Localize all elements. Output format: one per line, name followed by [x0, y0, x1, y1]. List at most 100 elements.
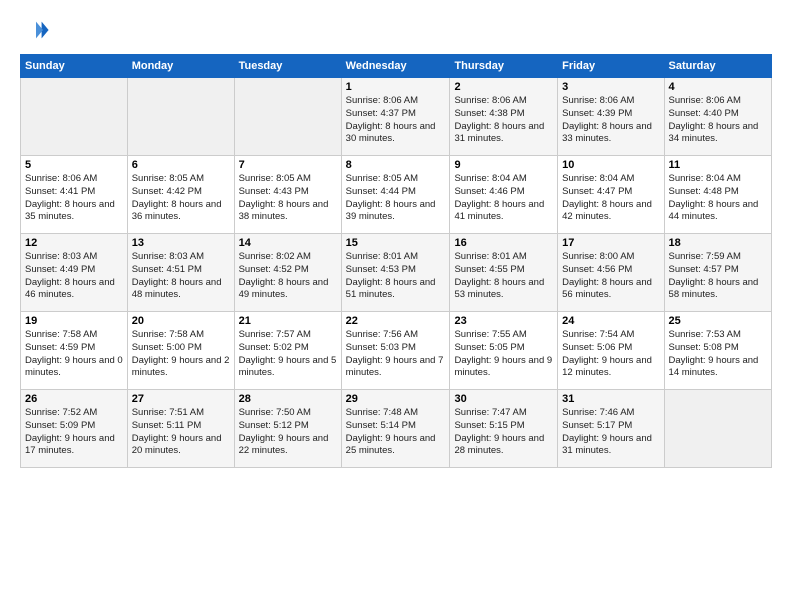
calendar-cell: 8 Sunrise: 8:05 AM Sunset: 4:44 PM Daylig… [341, 156, 450, 234]
day-number: 8 [346, 159, 446, 171]
weekday-header-wednesday: Wednesday [341, 55, 450, 78]
page: SundayMondayTuesdayWednesdayThursdayFrid… [0, 0, 792, 612]
weekday-header-saturday: Saturday [664, 55, 771, 78]
day-number: 26 [25, 393, 123, 405]
day-number: 12 [25, 237, 123, 249]
day-info: Sunrise: 8:00 AM Sunset: 4:56 PM Dayligh… [562, 251, 659, 302]
day-number: 9 [454, 159, 553, 171]
day-number: 3 [562, 81, 659, 93]
day-info: Sunrise: 8:04 AM Sunset: 4:48 PM Dayligh… [669, 173, 767, 224]
day-info: Sunrise: 8:06 AM Sunset: 4:40 PM Dayligh… [669, 95, 767, 146]
day-number: 29 [346, 393, 446, 405]
day-info: Sunrise: 7:51 AM Sunset: 5:11 PM Dayligh… [132, 407, 230, 458]
day-number: 21 [239, 315, 337, 327]
day-number: 14 [239, 237, 337, 249]
day-info: Sunrise: 8:06 AM Sunset: 4:39 PM Dayligh… [562, 95, 659, 146]
day-info: Sunrise: 7:46 AM Sunset: 5:17 PM Dayligh… [562, 407, 659, 458]
calendar-cell: 29 Sunrise: 7:48 AM Sunset: 5:14 PM Dayli… [341, 390, 450, 468]
day-info: Sunrise: 8:05 AM Sunset: 4:42 PM Dayligh… [132, 173, 230, 224]
calendar-cell: 9 Sunrise: 8:04 AM Sunset: 4:46 PM Daylig… [450, 156, 558, 234]
day-info: Sunrise: 7:50 AM Sunset: 5:12 PM Dayligh… [239, 407, 337, 458]
day-info: Sunrise: 7:59 AM Sunset: 4:57 PM Dayligh… [669, 251, 767, 302]
day-info: Sunrise: 7:55 AM Sunset: 5:05 PM Dayligh… [454, 329, 553, 380]
day-number: 11 [669, 159, 767, 171]
day-number: 23 [454, 315, 553, 327]
calendar-week-5: 26 Sunrise: 7:52 AM Sunset: 5:09 PM Dayli… [21, 390, 772, 468]
day-info: Sunrise: 7:52 AM Sunset: 5:09 PM Dayligh… [25, 407, 123, 458]
day-number: 20 [132, 315, 230, 327]
calendar-cell: 12Sunrise: 8:03 AM Sunset: 4:49 PM Dayli… [21, 234, 128, 312]
day-number: 5 [25, 159, 123, 171]
day-number: 13 [132, 237, 230, 249]
day-info: Sunrise: 8:06 AM Sunset: 4:37 PM Dayligh… [346, 95, 446, 146]
day-number: 2 [454, 81, 553, 93]
logo-icon [22, 16, 50, 44]
calendar-cell: 16Sunrise: 8:01 AM Sunset: 4:55 PM Dayli… [450, 234, 558, 312]
calendar-cell: 2 Sunrise: 8:06 AM Sunset: 4:38 PM Daylig… [450, 78, 558, 156]
calendar-cell: 17Sunrise: 8:00 AM Sunset: 4:56 PM Dayli… [558, 234, 664, 312]
calendar-cell: 30 Sunrise: 7:47 AM Sunset: 5:15 PM Dayli… [450, 390, 558, 468]
calendar-cell: 27 Sunrise: 7:51 AM Sunset: 5:11 PM Dayli… [127, 390, 234, 468]
day-info: Sunrise: 8:05 AM Sunset: 4:44 PM Dayligh… [346, 173, 446, 224]
day-number: 18 [669, 237, 767, 249]
calendar-cell [234, 78, 341, 156]
calendar-cell: 21 Sunrise: 7:57 AM Sunset: 5:02 PM Dayli… [234, 312, 341, 390]
calendar-cell: 1 Sunrise: 8:06 AM Sunset: 4:37 PM Daylig… [341, 78, 450, 156]
day-number: 15 [346, 237, 446, 249]
calendar-cell: 7 Sunrise: 8:05 AM Sunset: 4:43 PM Daylig… [234, 156, 341, 234]
calendar-cell: 20Sunrise: 7:58 AM Sunset: 5:00 PM Dayli… [127, 312, 234, 390]
day-info: Sunrise: 8:01 AM Sunset: 4:53 PM Dayligh… [346, 251, 446, 302]
day-info: Sunrise: 7:56 AM Sunset: 5:03 PM Dayligh… [346, 329, 446, 380]
day-number: 7 [239, 159, 337, 171]
calendar-week-3: 12Sunrise: 8:03 AM Sunset: 4:49 PM Dayli… [21, 234, 772, 312]
weekday-header-sunday: Sunday [21, 55, 128, 78]
day-number: 1 [346, 81, 446, 93]
day-info: Sunrise: 7:53 AM Sunset: 5:08 PM Dayligh… [669, 329, 767, 380]
calendar-cell: 15 Sunrise: 8:01 AM Sunset: 4:53 PM Dayli… [341, 234, 450, 312]
day-info: Sunrise: 8:02 AM Sunset: 4:52 PM Dayligh… [239, 251, 337, 302]
day-number: 25 [669, 315, 767, 327]
day-number: 24 [562, 315, 659, 327]
calendar-cell: 23 Sunrise: 7:55 AM Sunset: 5:05 PM Dayli… [450, 312, 558, 390]
day-info: Sunrise: 8:04 AM Sunset: 4:46 PM Dayligh… [454, 173, 553, 224]
calendar-cell [127, 78, 234, 156]
day-info: Sunrise: 7:47 AM Sunset: 5:15 PM Dayligh… [454, 407, 553, 458]
calendar-cell: 18 Sunrise: 7:59 AM Sunset: 4:57 PM Dayli… [664, 234, 771, 312]
calendar-cell: 22Sunrise: 7:56 AM Sunset: 5:03 PM Dayli… [341, 312, 450, 390]
calendar-cell: 5 Sunrise: 8:06 AM Sunset: 4:41 PM Daylig… [21, 156, 128, 234]
calendar-cell: 4 Sunrise: 8:06 AM Sunset: 4:40 PM Daylig… [664, 78, 771, 156]
day-info: Sunrise: 7:58 AM Sunset: 4:59 PM Dayligh… [25, 329, 123, 380]
day-info: Sunrise: 8:06 AM Sunset: 4:41 PM Dayligh… [25, 173, 123, 224]
day-number: 31 [562, 393, 659, 405]
day-info: Sunrise: 7:48 AM Sunset: 5:14 PM Dayligh… [346, 407, 446, 458]
weekday-header-friday: Friday [558, 55, 664, 78]
calendar-cell: 13Sunrise: 8:03 AM Sunset: 4:51 PM Dayli… [127, 234, 234, 312]
day-info: Sunrise: 7:54 AM Sunset: 5:06 PM Dayligh… [562, 329, 659, 380]
calendar-cell: 31 Sunrise: 7:46 AM Sunset: 5:17 PM Dayli… [558, 390, 664, 468]
calendar-cell: 25 Sunrise: 7:53 AM Sunset: 5:08 PM Dayli… [664, 312, 771, 390]
day-number: 10 [562, 159, 659, 171]
logo [20, 16, 50, 44]
day-info: Sunrise: 7:57 AM Sunset: 5:02 PM Dayligh… [239, 329, 337, 380]
calendar-cell: 11 Sunrise: 8:04 AM Sunset: 4:48 PM Dayli… [664, 156, 771, 234]
day-number: 6 [132, 159, 230, 171]
day-number: 19 [25, 315, 123, 327]
calendar-cell: 3 Sunrise: 8:06 AM Sunset: 4:39 PM Daylig… [558, 78, 664, 156]
calendar-cell: 24 Sunrise: 7:54 AM Sunset: 5:06 PM Dayli… [558, 312, 664, 390]
calendar-cell: 26 Sunrise: 7:52 AM Sunset: 5:09 PM Dayli… [21, 390, 128, 468]
day-number: 27 [132, 393, 230, 405]
calendar-cell: 19 Sunrise: 7:58 AM Sunset: 4:59 PM Dayli… [21, 312, 128, 390]
day-number: 30 [454, 393, 553, 405]
day-info: Sunrise: 8:05 AM Sunset: 4:43 PM Dayligh… [239, 173, 337, 224]
calendar-cell: 28Sunrise: 7:50 AM Sunset: 5:12 PM Dayli… [234, 390, 341, 468]
calendar-cell [21, 78, 128, 156]
day-number: 16 [454, 237, 553, 249]
day-info: Sunrise: 8:06 AM Sunset: 4:38 PM Dayligh… [454, 95, 553, 146]
calendar-cell: 10 Sunrise: 8:04 AM Sunset: 4:47 PM Dayli… [558, 156, 664, 234]
day-number: 4 [669, 81, 767, 93]
weekday-header-tuesday: Tuesday [234, 55, 341, 78]
calendar-cell: 14 Sunrise: 8:02 AM Sunset: 4:52 PM Dayli… [234, 234, 341, 312]
calendar-week-4: 19 Sunrise: 7:58 AM Sunset: 4:59 PM Dayli… [21, 312, 772, 390]
day-info: Sunrise: 8:04 AM Sunset: 4:47 PM Dayligh… [562, 173, 659, 224]
calendar-week-2: 5 Sunrise: 8:06 AM Sunset: 4:41 PM Daylig… [21, 156, 772, 234]
